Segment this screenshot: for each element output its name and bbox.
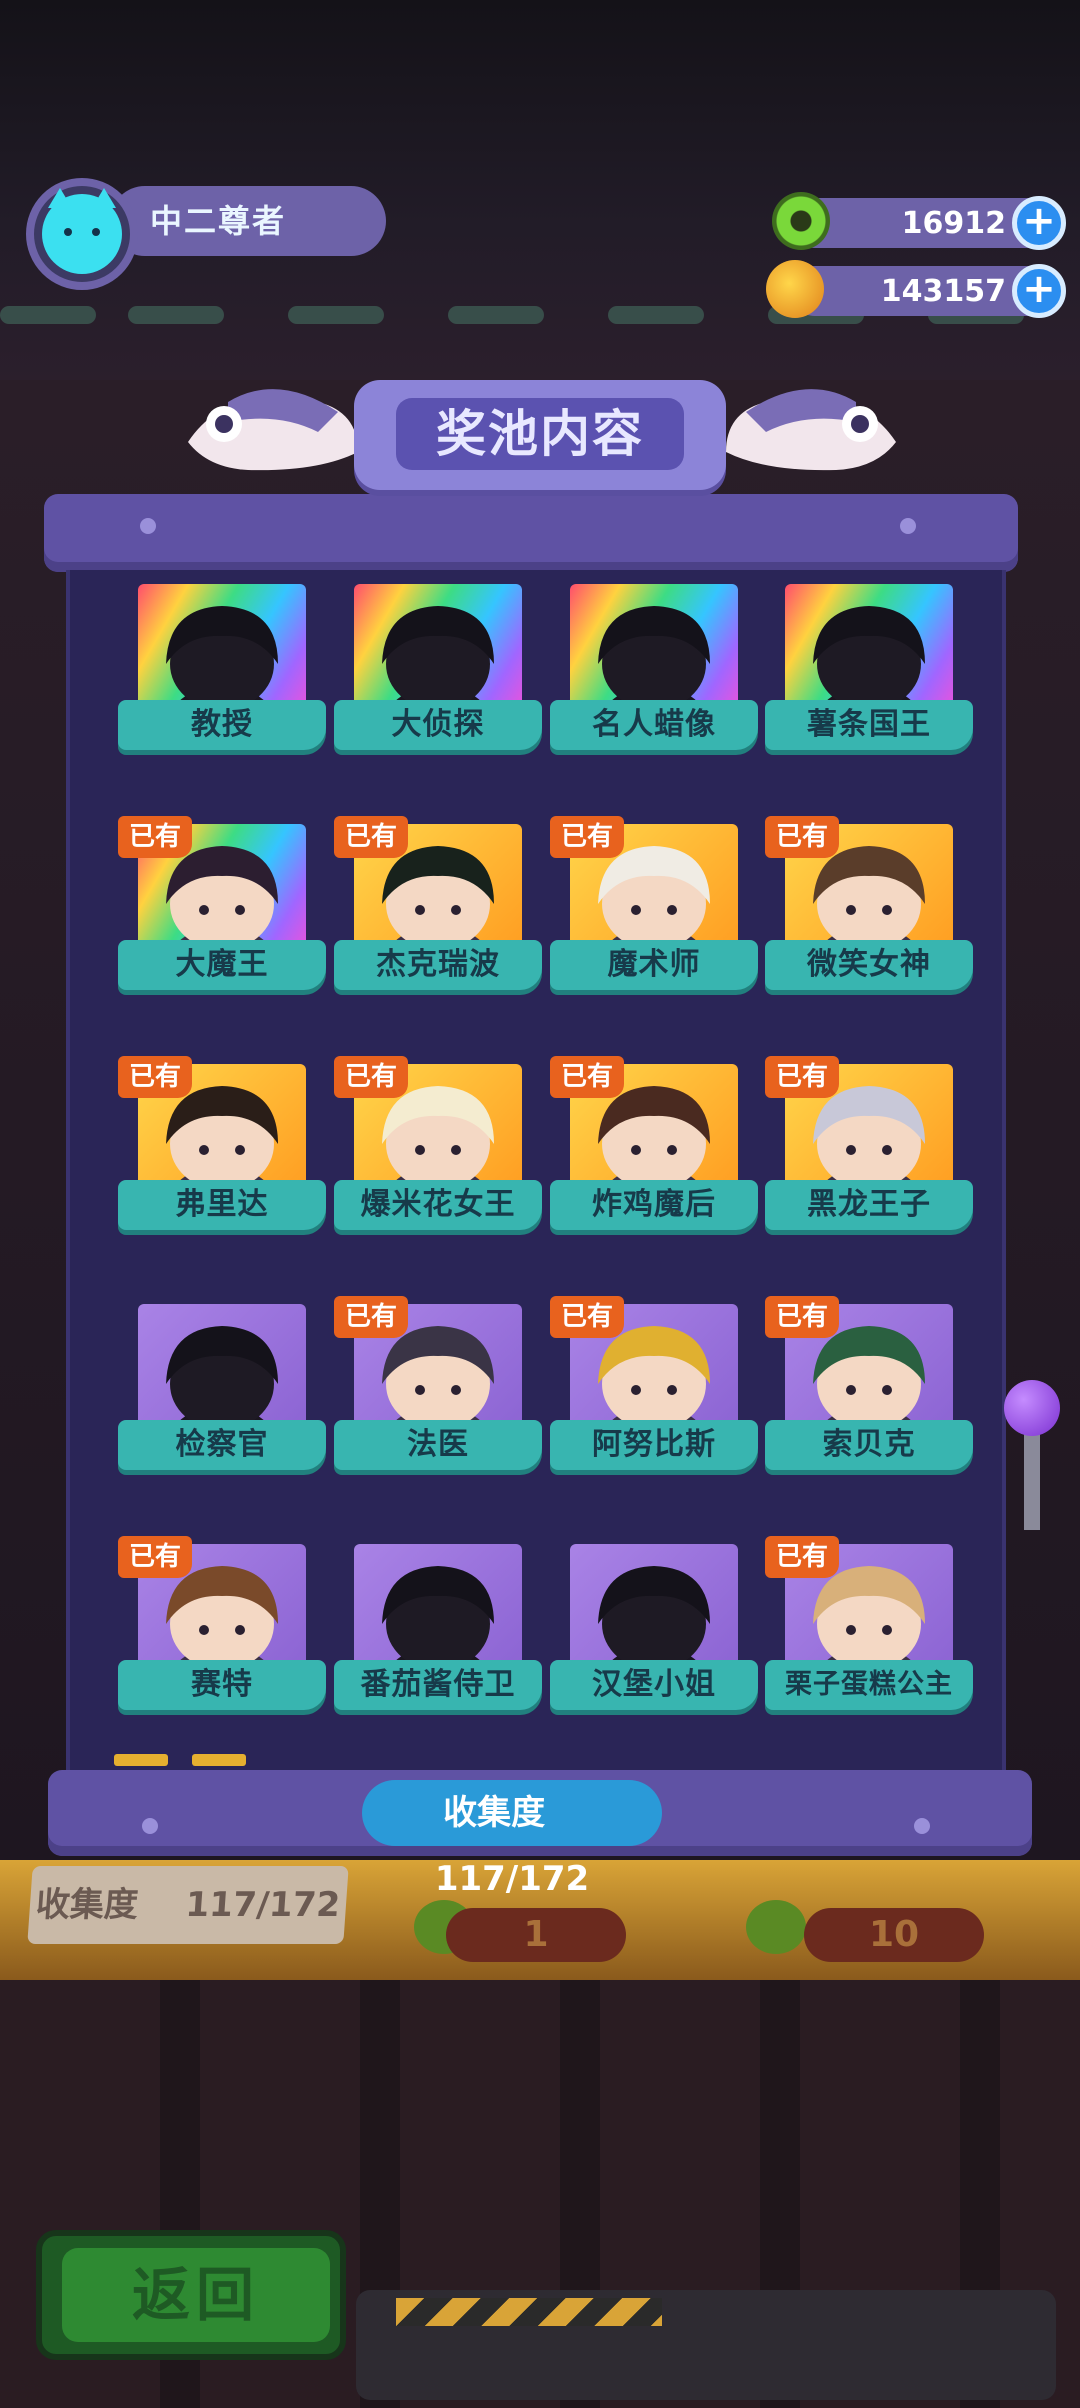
character-name: 弗里达 [118,1180,326,1230]
bg-price-10: 10 [804,1908,984,1962]
owned-badge: 已有 [118,816,192,858]
character-card[interactable]: 教授 [118,584,326,774]
owned-badge: 已有 [334,1056,408,1098]
character-card[interactable]: 番茄酱侍卫 [334,1544,542,1734]
player-avatar[interactable] [26,178,138,290]
fish-left-icon [188,389,358,471]
hazard-stripe [396,2298,662,2326]
character-card[interactable]: 已有 弗里达 [118,1056,326,1254]
scroll-stub [192,1754,246,1766]
lever-knob-icon [1004,1380,1060,1436]
road-dash [128,306,224,324]
player-name: 中二尊者 [150,202,287,240]
owned-badge: 已有 [118,1536,192,1578]
back-button[interactable]: 返回 [62,2248,330,2342]
road-dash [288,306,384,324]
add-coin-button[interactable]: + [1012,264,1066,318]
collection-progress: 收集度 117/172 [362,1780,662,1899]
character-name: 魔术师 [550,940,758,990]
prize-pool-panel[interactable]: 教授 大侦探 名人蜡像 薯条国王 已有 大魔王 已有 杰克瑞波 已有 魔术师 已有 微笑女神 已有 弗里达… [66,570,1006,1770]
owned-badge: 已有 [550,1056,624,1098]
cucumber-icon [746,1900,806,1954]
bg-price-1: 1 [446,1908,626,1962]
character-name: 黑龙王子 [765,1180,973,1230]
cat-avatar-icon [42,188,122,274]
character-card[interactable]: 名人蜡像 [550,584,758,774]
owned-badge: 已有 [334,816,408,858]
character-card[interactable]: 已有 炸鸡魔后 [550,1056,758,1254]
character-name: 炸鸡魔后 [550,1180,758,1230]
character-name: 大侦探 [334,700,542,750]
character-card[interactable]: 已有 阿努比斯 [550,1296,758,1494]
owned-badge: 已有 [550,1296,624,1338]
character-card[interactable]: 已有 魔术师 [550,816,758,1014]
road-dash [0,306,96,324]
character-card[interactable]: 已有 杰克瑞波 [334,816,542,1014]
owned-badge: 已有 [765,1296,839,1338]
owned-badge: 已有 [118,1056,192,1098]
scroll-stub [114,1754,168,1766]
character-card[interactable]: 汉堡小姐 [550,1544,758,1734]
road-dash [448,306,544,324]
character-name: 薯条国王 [765,700,973,750]
panel-header [44,494,1018,572]
character-name: 法医 [334,1420,542,1470]
character-card[interactable]: 已有 微笑女神 [765,816,973,1014]
character-card[interactable]: 薯条国王 [765,584,973,774]
character-name: 番茄酱侍卫 [334,1660,542,1710]
owned-badge: 已有 [550,816,624,858]
character-name: 杰克瑞波 [334,940,542,990]
owned-badge: 已有 [765,816,839,858]
character-name: 大魔王 [118,940,326,990]
bg-collection-sign: 收集度 117/172 [27,1866,349,1944]
character-card[interactable]: 检察官 [118,1304,326,1494]
character-card[interactable]: 已有 黑龙王子 [765,1056,973,1254]
machine-lever [1024,1430,1040,1530]
character-card[interactable]: 已有 法医 [334,1296,542,1494]
character-name: 名人蜡像 [550,700,758,750]
owned-badge: 已有 [334,1296,408,1338]
character-card[interactable]: 已有 索贝克 [765,1296,973,1494]
character-card[interactable]: 已有 赛特 [118,1536,326,1734]
character-name: 教授 [118,700,326,750]
donut-count: 16912 [901,206,1006,241]
progress-label: 收集度 [443,1793,546,1833]
character-name: 赛特 [118,1660,326,1710]
character-name: 汉堡小姐 [550,1660,758,1710]
character-card[interactable]: 已有 大魔王 [118,816,326,1014]
character-name: 微笑女神 [765,940,973,990]
rivet [140,518,156,534]
character-name: 索贝克 [765,1420,973,1470]
rivet [914,1818,930,1834]
progress-value: 117/172 [434,1859,590,1899]
road-dash [608,306,704,324]
add-donut-button[interactable]: + [1012,196,1066,250]
character-name: 爆米花女王 [334,1180,542,1230]
owned-badge: 已有 [765,1056,839,1098]
coin-count: 143157 [880,274,1006,309]
character-name: 栗子蛋糕公主 [765,1660,973,1710]
panel-title: 奖池内容 [396,398,684,470]
rivet [900,518,916,534]
character-name: 检察官 [118,1420,326,1470]
character-card[interactable]: 已有 爆米花女王 [334,1056,542,1254]
character-card[interactable]: 已有 栗子蛋糕公主 [765,1536,973,1734]
fish-right-icon [726,389,896,471]
character-card[interactable]: 大侦探 [334,584,542,774]
owned-badge: 已有 [765,1536,839,1578]
rivet [142,1818,158,1834]
character-name: 阿努比斯 [550,1420,758,1470]
